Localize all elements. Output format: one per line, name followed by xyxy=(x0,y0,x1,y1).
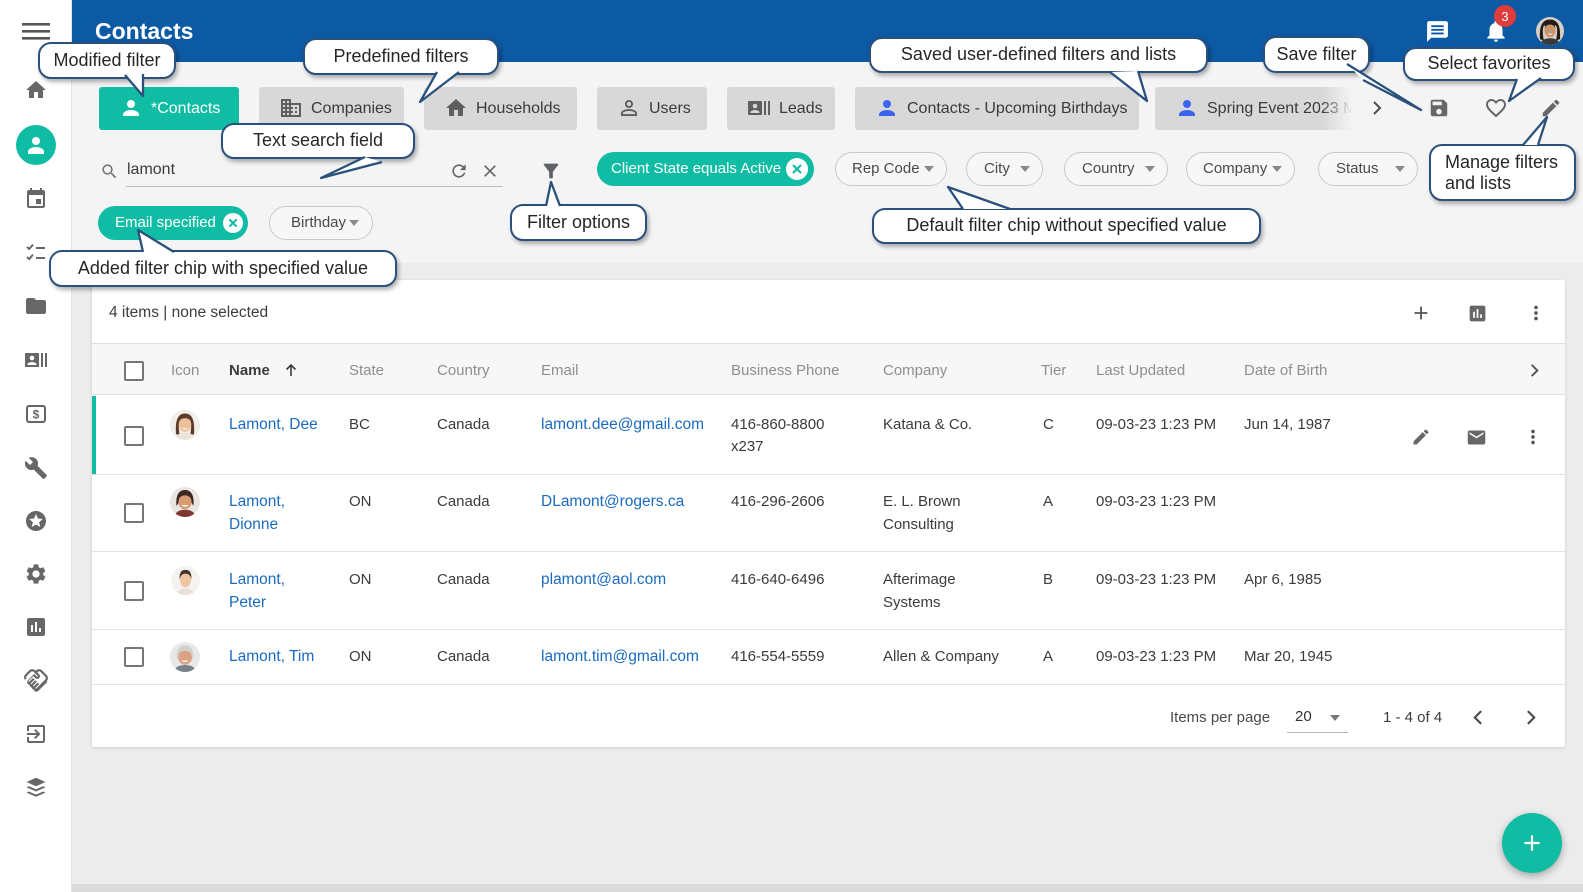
svg-text:$: $ xyxy=(33,408,40,422)
